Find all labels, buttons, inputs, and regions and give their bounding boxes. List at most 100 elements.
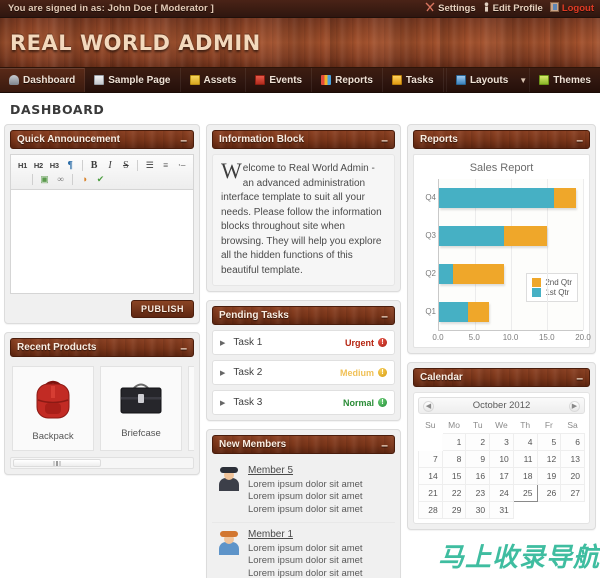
calendar-day-cell[interactable]: 5: [536, 433, 562, 451]
product-card[interactable]: [188, 366, 194, 451]
publish-button[interactable]: PUBLISH: [130, 300, 194, 318]
calendar-day-cell[interactable]: 12: [536, 450, 562, 468]
chart-x-axis: 0.0 5.0 10.0 15.0 20.0: [432, 331, 590, 345]
calendar-weekday: Su: [425, 420, 436, 430]
calendar-day-cell[interactable]: 28: [417, 501, 443, 519]
chart-icon: [321, 75, 332, 85]
calendar-day-cell[interactable]: 1: [441, 433, 467, 451]
nav-item-tasks[interactable]: Tasks: [383, 68, 444, 92]
italic-button[interactable]: I: [103, 158, 118, 172]
calendar-day-cell[interactable]: 11: [512, 450, 538, 468]
editor-toolbar: H1 H2 H3 ¶ B I S ☰ ≡ ·– ▣ ∞ ◑ ✔: [10, 154, 194, 189]
calendar-day-cell[interactable]: 4: [512, 433, 538, 451]
calendar-day-cell[interactable]: 6: [560, 433, 585, 451]
nav-item-events[interactable]: Events: [246, 68, 313, 92]
priority-dot-icon: [377, 338, 387, 347]
page-title: DASHBOARD: [10, 102, 105, 117]
text-color-button[interactable]: ◑: [77, 172, 92, 186]
calendar-day-cell[interactable]: 19: [536, 467, 562, 485]
settings-link[interactable]: Settings: [425, 2, 476, 15]
product-card[interactable]: Backpack: [12, 366, 94, 451]
member-row[interactable]: Member 5 Lorem ipsum dolor sit amet Lore…: [212, 459, 395, 523]
calendar-day-cell[interactable]: 26: [536, 484, 562, 502]
heading-1-button[interactable]: H1: [15, 158, 30, 172]
heading-2-button[interactable]: H2: [31, 158, 46, 172]
task-row[interactable]: ▶ Task 1 Urgent: [212, 330, 395, 355]
calendar-week-row: 7 8 9 10 11 12 13: [417, 450, 585, 468]
insert-image-button[interactable]: ▣: [37, 172, 52, 186]
minimize-icon[interactable]: –: [381, 439, 388, 451]
calendar-day-cell[interactable]: 2: [465, 433, 491, 451]
recent-products-widget: Recent Products – Backpack Briefcase: [4, 332, 200, 475]
calendar-day-cell[interactable]: 16: [465, 467, 491, 485]
calendar-day-cell[interactable]: 22: [441, 484, 467, 502]
confirm-button[interactable]: ✔: [93, 172, 108, 186]
calendar-week-row: 123456: [418, 433, 585, 451]
calendar-day-cell[interactable]: 24: [489, 484, 514, 502]
member-row[interactable]: Member 1 Lorem ipsum dolor sit amet Lore…: [212, 523, 395, 578]
y-tick-label: Q2: [425, 269, 436, 278]
announcement-editor[interactable]: [10, 189, 194, 294]
priority-label: Urgent: [344, 337, 374, 348]
chevron-right-icon[interactable]: ▶: [569, 401, 580, 412]
member-name[interactable]: Member 1: [248, 529, 391, 542]
calendar-day-cell[interactable]: 13: [560, 450, 585, 468]
edit-profile-link[interactable]: Edit Profile: [483, 2, 543, 15]
calendar-day-cell[interactable]: 30: [465, 501, 491, 519]
nav-item-sample-page[interactable]: Sample Page: [85, 68, 181, 92]
task-row[interactable]: ▶ Task 3 Normal: [212, 390, 395, 415]
logout-link[interactable]: Logout: [549, 2, 594, 15]
task-row[interactable]: ▶ Task 2 Medium: [212, 360, 395, 385]
nav-item-assets[interactable]: Assets: [181, 68, 247, 92]
products-scrollbar[interactable]: [10, 457, 194, 469]
calendar-day-cell[interactable]: 15: [441, 467, 467, 485]
calendar-day-cell[interactable]: 25: [512, 484, 538, 502]
calendar-day-cell[interactable]: 14: [417, 467, 443, 485]
calendar-weekday: Sa: [567, 420, 578, 430]
door-icon: [549, 2, 559, 15]
calendar-day-cell[interactable]: 31: [489, 501, 514, 519]
calendar-day-cell[interactable]: 18: [512, 467, 538, 485]
minimize-icon[interactable]: –: [576, 134, 583, 146]
calendar-header: Calendar –: [412, 368, 590, 387]
nav-item-themes[interactable]: Themes: [529, 68, 600, 92]
minimize-icon[interactable]: –: [381, 134, 388, 146]
x-tick-label: 10.0: [502, 333, 519, 342]
bullet-list-button[interactable]: ☰: [142, 158, 157, 172]
calendar-day-cell[interactable]: 29: [441, 501, 467, 519]
calendar-day-cell[interactable]: 10: [489, 450, 514, 468]
calendar-day-cell[interactable]: 23: [465, 484, 491, 502]
calendar-day-cell[interactable]: 3: [489, 433, 514, 451]
calendar-day-cell[interactable]: 7: [417, 450, 443, 468]
minimize-icon[interactable]: –: [180, 342, 187, 354]
y-tick-label: Q1: [425, 307, 436, 316]
outdent-button[interactable]: ·–: [174, 158, 189, 172]
calendar-day-cell[interactable]: 20: [560, 467, 585, 485]
insert-link-button[interactable]: ∞: [53, 172, 68, 186]
calendar-day-cell[interactable]: 17: [489, 467, 514, 485]
chart-bar-row: [438, 226, 583, 246]
nav-item-reports[interactable]: Reports: [312, 68, 383, 92]
minimize-icon[interactable]: –: [180, 134, 187, 146]
chevron-left-icon[interactable]: ◀: [422, 401, 434, 412]
calendar-day-cell[interactable]: 8: [441, 450, 467, 468]
member-name[interactable]: Member 5: [248, 465, 391, 478]
column-right: Reports – Sales Report 2nd Qtr 1st Qtr Q…: [406, 124, 596, 530]
minimize-icon[interactable]: –: [381, 310, 388, 322]
main-navigation: Dashboard Sample Page Assets Events Repo…: [0, 68, 600, 93]
calendar-day-cell[interactable]: 21: [417, 484, 443, 502]
product-card[interactable]: Briefcase: [100, 366, 182, 451]
strikethrough-button[interactable]: S: [118, 158, 133, 172]
calendar-day-cell[interactable]: 9: [465, 450, 491, 468]
paragraph-button[interactable]: ¶: [63, 158, 78, 172]
calendar-day-cell[interactable]: 27: [560, 484, 585, 502]
heading-3-button[interactable]: H3: [47, 158, 62, 172]
bold-button[interactable]: B: [87, 158, 102, 172]
numbered-list-button[interactable]: ≡: [158, 158, 173, 172]
scrollbar-thumb[interactable]: [13, 459, 101, 467]
nav-item-dashboard[interactable]: Dashboard: [0, 68, 86, 92]
chevron-down-icon[interactable]: ▼: [517, 68, 529, 92]
nav-item-layouts[interactable]: Layouts: [445, 68, 517, 92]
x-tick-label: 5.0: [468, 333, 480, 342]
minimize-icon[interactable]: –: [576, 372, 583, 384]
